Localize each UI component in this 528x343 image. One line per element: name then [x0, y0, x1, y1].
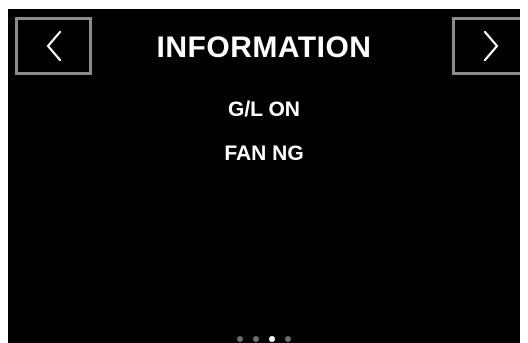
page-dot-1 [237, 336, 243, 342]
page-dot-4 [285, 336, 291, 342]
next-page-button[interactable] [452, 17, 520, 75]
info-item-gl-status: G/L ON [228, 98, 300, 121]
page-title: INFORMATION [156, 31, 372, 64]
information-list: G/L ON FAN NG [8, 97, 520, 185]
chevron-right-icon [483, 31, 498, 61]
page-indicator [8, 336, 520, 342]
page-dot-3 [269, 336, 275, 342]
page-dot-2 [253, 336, 259, 342]
info-item-fan-status: FAN NG [224, 142, 304, 165]
information-screen: INFORMATION G/L ON FAN NG [8, 9, 520, 343]
